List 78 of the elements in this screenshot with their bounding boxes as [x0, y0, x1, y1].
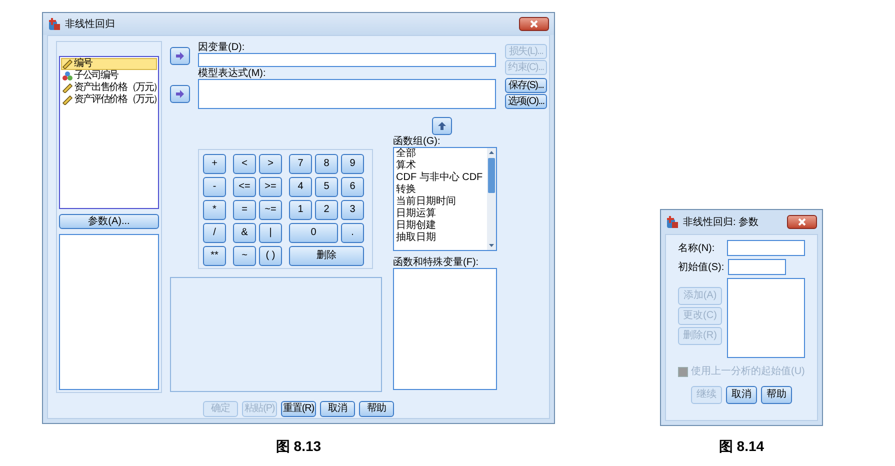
- keypad-key[interactable]: 7: [289, 154, 312, 174]
- keypad-key[interactable]: 0: [289, 223, 338, 243]
- figure-caption: 图 8.13: [276, 437, 322, 456]
- variable-item[interactable]: 子公司编号: [61, 70, 157, 82]
- side-button[interactable]: 选项(O)...: [505, 94, 547, 109]
- function-group-item[interactable]: 抽取日期: [396, 232, 487, 244]
- keypad-key[interactable]: 4: [289, 177, 312, 197]
- keypad-key[interactable]: **: [203, 246, 226, 266]
- functions-label: 函数和特殊变量(F):: [393, 257, 480, 268]
- ruler-icon: [62, 59, 73, 69]
- variable-item[interactable]: 编号: [61, 58, 157, 70]
- keypad-key[interactable]: 2: [315, 200, 338, 220]
- ruler-icon: [62, 83, 73, 93]
- footer-button[interactable]: 帮助: [359, 401, 394, 417]
- keypad-key[interactable]: 8: [315, 154, 338, 174]
- window-title: 非线性回归: [65, 18, 116, 32]
- figure-caption: 图 8.14: [718, 437, 764, 456]
- keypad-key[interactable]: <: [233, 154, 256, 174]
- name-label: 名称(N):: [678, 242, 716, 256]
- keypad-key[interactable]: ~=: [259, 200, 282, 220]
- window-title: 非线性回归: 参数: [683, 216, 760, 230]
- parameters-button[interactable]: 参数(A)...: [59, 214, 159, 229]
- variable-item[interactable]: 资产出售价格（万元）: [61, 82, 157, 94]
- app-icon: [48, 18, 61, 30]
- function-group-label: 函数组(G):: [393, 137, 442, 147]
- close-icon: [797, 218, 807, 226]
- ruler-icon: [62, 95, 73, 105]
- keypad-key[interactable]: 9: [341, 154, 364, 174]
- close-button[interactable]: [519, 17, 549, 31]
- side-button[interactable]: 保存(S)...: [505, 78, 547, 93]
- keypad-key[interactable]: >: [259, 154, 282, 174]
- keypad-key[interactable]: 删除: [289, 246, 364, 266]
- dependent-field[interactable]: [198, 53, 496, 67]
- keypad-key[interactable]: 6: [341, 177, 364, 197]
- keypad-key[interactable]: *: [203, 200, 226, 220]
- initial-value-field[interactable]: [728, 259, 786, 275]
- function-group-item[interactable]: 当前日期时间: [396, 196, 487, 208]
- keypad-key[interactable]: 5: [315, 177, 338, 197]
- keypad-key[interactable]: ( ): [259, 246, 282, 266]
- keypad-key[interactable]: -: [203, 177, 226, 197]
- scrollbar[interactable]: [487, 148, 496, 250]
- nominal-variable-icon: [62, 71, 73, 81]
- footer-button[interactable]: 取消: [320, 401, 355, 417]
- function-group-item[interactable]: 转换: [396, 184, 487, 196]
- app-icon: [666, 216, 679, 228]
- keypad-key[interactable]: +: [203, 154, 226, 174]
- checkbox-label: 使用上一分析的起始值(U): [691, 364, 805, 379]
- keypad-key[interactable]: ~: [233, 246, 256, 266]
- keypad-key[interactable]: <=: [233, 177, 256, 197]
- keypad-key[interactable]: /: [203, 223, 226, 243]
- function-group-item[interactable]: 日期运算: [396, 208, 487, 220]
- dependent-label: 因变量(D):: [198, 42, 246, 53]
- function-group-item[interactable]: 算术: [396, 160, 487, 172]
- keypad-key[interactable]: 1: [289, 200, 312, 220]
- variable-item[interactable]: 资产评估价格（万元）: [61, 94, 157, 106]
- model-expression-label: 模型表达式(M):: [198, 68, 267, 79]
- keypad-key[interactable]: =: [233, 200, 256, 220]
- model-expression-field[interactable]: [198, 79, 496, 109]
- footer-button[interactable]: 取消: [726, 386, 757, 404]
- move-button[interactable]: [170, 85, 190, 103]
- function-group-item[interactable]: CDF 与非中心 CDF: [396, 172, 487, 184]
- close-button[interactable]: [787, 215, 817, 229]
- right-arrow-icon: [175, 51, 185, 61]
- move-button[interactable]: [432, 117, 452, 135]
- right-arrow-icon: [175, 89, 185, 99]
- footer-button[interactable]: 帮助: [761, 386, 792, 404]
- keypad-key[interactable]: 3: [341, 200, 364, 220]
- keypad-key[interactable]: |: [259, 223, 282, 243]
- function-group-item[interactable]: 日期创建: [396, 220, 487, 232]
- move-button[interactable]: [170, 47, 190, 65]
- up-arrow-icon: [437, 121, 447, 131]
- keypad-key[interactable]: >=: [259, 177, 282, 197]
- initial-value-label: 初始值(S):: [678, 260, 726, 274]
- close-icon: [529, 20, 539, 28]
- keypad-key[interactable]: .: [341, 223, 364, 243]
- name-field[interactable]: [727, 240, 805, 256]
- keypad-key[interactable]: &: [233, 223, 256, 243]
- footer-button[interactable]: 重置(R): [281, 401, 316, 417]
